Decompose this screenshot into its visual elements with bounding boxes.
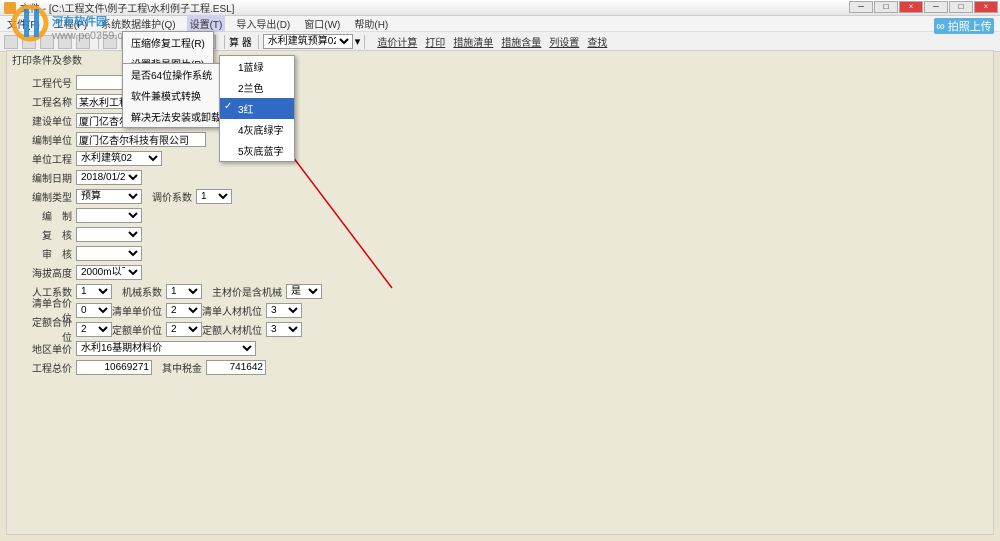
- menu-import[interactable]: 导入导出(D): [233, 15, 293, 32]
- qdj-select[interactable]: 0: [76, 303, 112, 318]
- inner-close-button[interactable]: ×: [974, 1, 998, 13]
- dej-select[interactable]: 2: [76, 322, 112, 337]
- alt-label: 海拔高度: [26, 265, 72, 280]
- inner-maximize-button[interactable]: □: [949, 1, 973, 13]
- menu-file[interactable]: 文件(F): [4, 15, 43, 32]
- tool-icon-3[interactable]: [40, 35, 54, 49]
- coef-label: 调价系数: [142, 189, 192, 204]
- fh-select[interactable]: [76, 227, 142, 242]
- sh-select[interactable]: [76, 246, 142, 261]
- ded-label: 定额单价位: [112, 322, 162, 337]
- skin-2[interactable]: 2兰色: [220, 77, 294, 98]
- link-measure-qty[interactable]: 措施含量: [501, 34, 541, 49]
- separator: [224, 35, 225, 49]
- link-measure-list[interactable]: 措施清单: [453, 34, 493, 49]
- jx-label: 机械系数: [112, 284, 162, 299]
- tax-label: 其中税金: [152, 360, 202, 375]
- app-icon: [4, 2, 16, 14]
- menu-settings[interactable]: 设置(T): [187, 15, 226, 32]
- alt-select[interactable]: 2000m以下: [76, 265, 142, 280]
- inner-minimize-button[interactable]: ─: [924, 1, 948, 13]
- qdd-label: 清单单价位: [112, 303, 162, 318]
- menu-window[interactable]: 窗口(W): [301, 15, 343, 32]
- tax-input[interactable]: [206, 360, 266, 375]
- der-label: 定额人材机位: [202, 322, 262, 337]
- skin-1[interactable]: 1蓝绿: [220, 56, 294, 77]
- der-select[interactable]: 3: [266, 322, 302, 337]
- zc-label: 主材价是含机械: [202, 284, 282, 299]
- menu-help[interactable]: 帮助(H): [351, 15, 391, 32]
- dq-select[interactable]: 水利16基期材料价: [76, 341, 256, 356]
- dq-label: 地区单价: [26, 341, 72, 356]
- code-label: 工程代号: [26, 75, 72, 90]
- bz-label: 编 制: [26, 208, 72, 223]
- link-col-settings[interactable]: 列设置: [549, 34, 579, 49]
- tool-icon-4[interactable]: [58, 35, 72, 49]
- qdd-select[interactable]: 2: [166, 303, 202, 318]
- fh-label: 复 核: [26, 227, 72, 242]
- tool-icon-6[interactable]: [103, 35, 117, 49]
- scheme-select[interactable]: 水利建筑预算02: [263, 34, 353, 49]
- skin-5[interactable]: 5灰底蓝字: [220, 140, 294, 161]
- date-label: 编制日期: [26, 170, 72, 185]
- type-label: 编制类型: [26, 189, 72, 204]
- qdr-label: 清单人材机位: [202, 303, 262, 318]
- compile-label: 编制单位: [26, 132, 72, 147]
- link-find[interactable]: 查找: [587, 34, 607, 49]
- name-label: 工程名称: [26, 94, 72, 109]
- submenu-compress[interactable]: 压缩修复工程(R): [123, 32, 213, 53]
- separator: [364, 35, 365, 49]
- tool-icon-2[interactable]: [22, 35, 36, 49]
- link-print[interactable]: 打印: [425, 34, 445, 49]
- upload-button[interactable]: 拍照上传: [934, 18, 994, 34]
- type-select[interactable]: 预算: [76, 189, 142, 204]
- close-button[interactable]: ×: [899, 1, 923, 13]
- minimize-button[interactable]: ─: [849, 1, 873, 13]
- total-input[interactable]: [76, 360, 152, 375]
- coef-select[interactable]: 1: [196, 189, 232, 204]
- calc-label: 算 器: [229, 34, 252, 49]
- build-label: 建设单位: [26, 113, 72, 128]
- separator: [258, 35, 259, 49]
- jx-select[interactable]: 1: [166, 284, 202, 299]
- skin-3[interactable]: 3红: [220, 98, 294, 119]
- maximize-button[interactable]: □: [874, 1, 898, 13]
- sh-label: 审 核: [26, 246, 72, 261]
- link-calc[interactable]: 造价计算: [377, 34, 417, 49]
- skin-submenu: 1蓝绿 2兰色 3红 4灰底绿字 5灰底蓝字: [219, 55, 295, 162]
- menu-sysmaint[interactable]: 系统数据维护(Q): [98, 15, 178, 32]
- menu-project[interactable]: 工程(P): [51, 15, 90, 32]
- bz-select[interactable]: [76, 208, 142, 223]
- ded-select[interactable]: 2: [166, 322, 202, 337]
- menubar: 文件(F) 工程(P) 系统数据维护(Q) 设置(T) 导入导出(D) 窗口(W…: [0, 16, 1000, 32]
- unit-label: 单位工程: [26, 151, 72, 166]
- date-select[interactable]: 2018/01/24: [76, 170, 142, 185]
- tool-icon-5[interactable]: [76, 35, 90, 49]
- separator: [98, 35, 99, 49]
- qdr-select[interactable]: 3: [266, 303, 302, 318]
- window-title: 文件 - [C:\工程文件\例子工程\水利例子工程.ESL]: [20, 0, 234, 15]
- tool-icon-1[interactable]: [4, 35, 18, 49]
- compile-input[interactable]: [76, 132, 206, 147]
- dej-label: 定额合价位: [26, 314, 72, 344]
- unit-select[interactable]: 水利建筑02: [76, 151, 162, 166]
- rg-select[interactable]: 1: [76, 284, 112, 299]
- skin-4[interactable]: 4灰底绿字: [220, 119, 294, 140]
- zc-select[interactable]: 是: [286, 284, 322, 299]
- total-label: 工程总价: [26, 360, 72, 375]
